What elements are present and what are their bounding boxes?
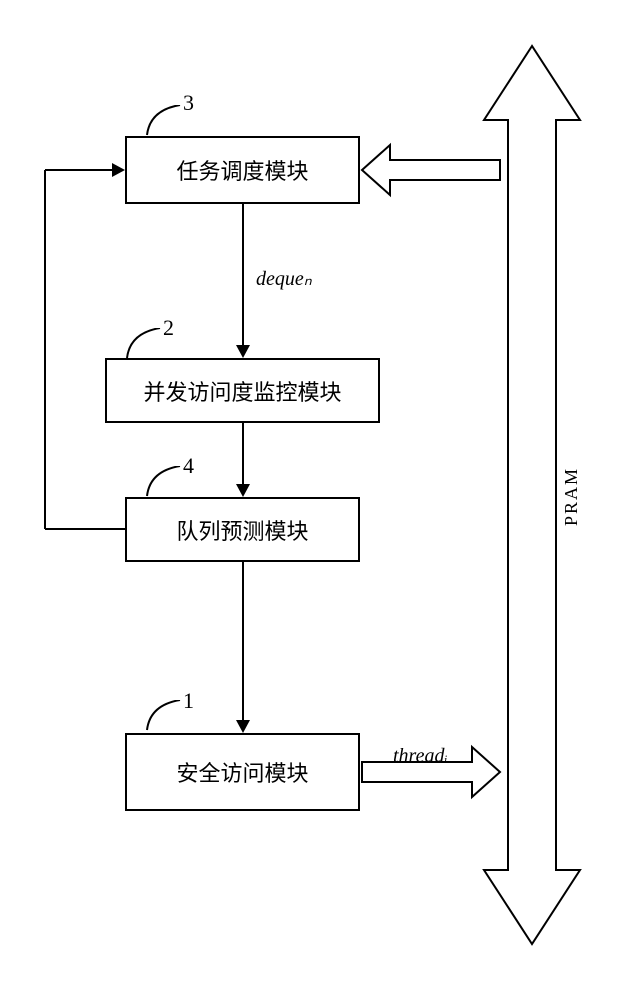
arrow-box4-to-box3-feedback xyxy=(45,163,125,529)
task-scheduling-module-label: 任务调度模块 xyxy=(176,154,308,186)
block-arrow-pram-to-box3 xyxy=(362,145,500,195)
box4-number: 4 xyxy=(183,453,194,479)
pram-label: PRAM xyxy=(561,467,582,526)
queue-prediction-module-box: 队列预测模块 xyxy=(125,497,360,562)
task-scheduling-module-box: 任务调度模块 xyxy=(125,136,360,204)
arrow-box3-to-box2 xyxy=(236,204,250,358)
queue-prediction-module-label: 队列预测模块 xyxy=(176,514,308,546)
arrow-box2-to-box4 xyxy=(236,423,250,497)
box1-number: 1 xyxy=(183,688,194,714)
secure-access-module-box: 安全访问模块 xyxy=(125,733,360,811)
deque-label: dequeₙ xyxy=(256,266,312,291)
box2-number: 2 xyxy=(163,315,174,341)
thread-label: threadᵢ xyxy=(393,745,448,768)
concurrency-monitor-module-label: 并发访问度监控模块 xyxy=(143,375,341,407)
arrow-box4-to-box1 xyxy=(236,562,250,733)
box3-number: 3 xyxy=(183,90,194,116)
secure-access-module-label: 安全访问模块 xyxy=(176,756,308,788)
concurrency-monitor-module-box: 并发访问度监控模块 xyxy=(105,358,380,423)
